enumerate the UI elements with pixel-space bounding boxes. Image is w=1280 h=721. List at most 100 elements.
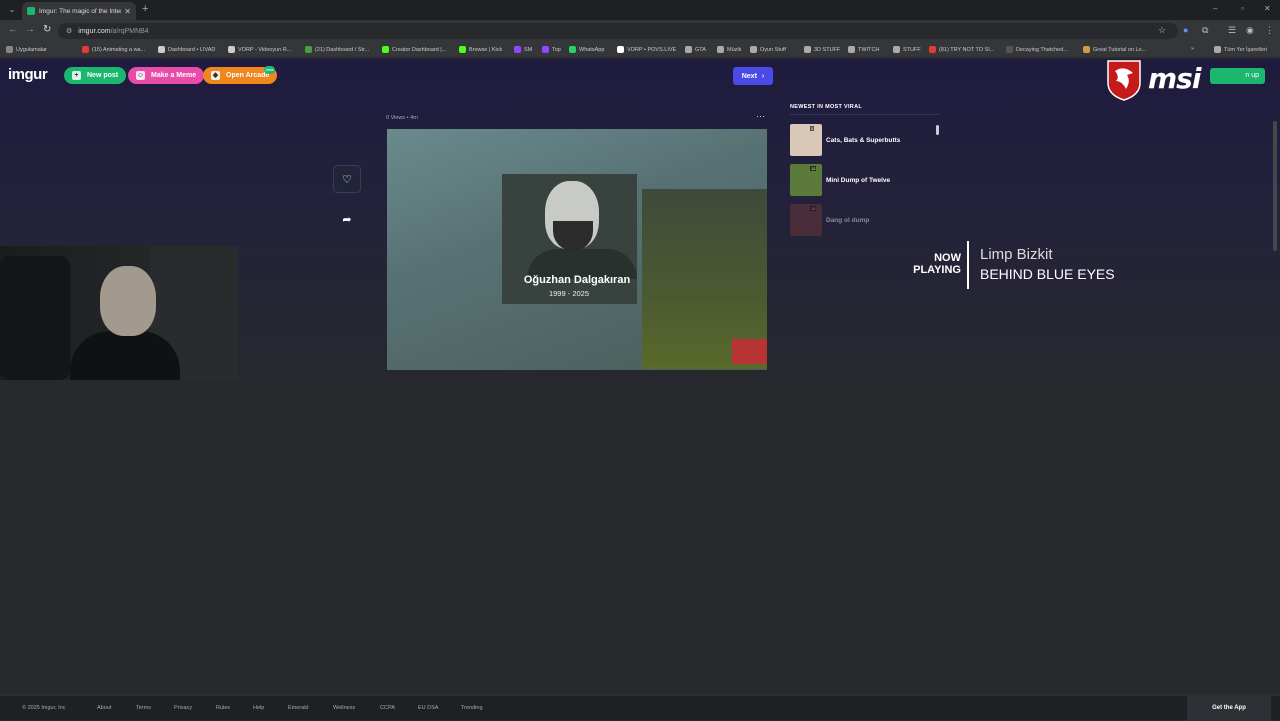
page-footer: © 2025 Imgur, Inc Get the App About Terms… <box>0 695 1280 721</box>
bookmark-item[interactable]: Müzik <box>717 46 741 53</box>
bookmark-item[interactable]: Creator Dashboard |... <box>382 46 446 53</box>
post-image[interactable]: Oğuzhan Dalgakıran 1999 - 2025 <box>387 129 767 370</box>
bookmark-favicon-icon <box>6 46 13 53</box>
meme-icon: ☺ <box>136 71 145 80</box>
footer-link[interactable]: Privacy <box>174 705 192 711</box>
site-info-icon[interactable]: ⚙ <box>66 27 72 35</box>
bookmark-label: Top <box>552 46 561 53</box>
memorial-years: 1999 - 2025 <box>548 289 590 298</box>
imgur-logo[interactable]: imgur <box>8 66 48 83</box>
webcam-overlay <box>0 246 238 380</box>
bookmark-favicon-icon <box>1083 46 1090 53</box>
next-label: Next <box>741 72 757 80</box>
close-window-icon[interactable]: ✕ <box>1264 4 1271 13</box>
back-icon[interactable]: ← <box>8 24 18 35</box>
get-the-app-button[interactable]: Get the App <box>1187 696 1271 721</box>
bookmark-item[interactable]: Decaying Thatched... <box>1006 46 1068 53</box>
bookmark-item[interactable]: Oyun Stuff <box>750 46 786 53</box>
bookmark-favicon-icon <box>514 46 521 53</box>
make-meme-label: Make a Meme <box>151 72 197 79</box>
bookmark-item[interactable]: Uygulamalar <box>6 46 47 53</box>
address-bar[interactable]: ⚙ imgur.com/a/rqPMNB4 <box>58 23 1178 39</box>
bookmark-item[interactable]: Great Tutorial on Lo... <box>1083 46 1146 53</box>
bookmark-item[interactable]: WhatsApp <box>569 46 604 53</box>
page-scrollbar[interactable] <box>1273 121 1277 251</box>
make-meme-button[interactable]: ☺ Make a Meme <box>128 67 205 84</box>
footer-link[interactable]: Trending <box>461 705 483 711</box>
browser-menu-icon[interactable]: ⋮ <box>1265 25 1274 36</box>
viral-thumbnail: 3 <box>790 124 822 156</box>
new-post-button[interactable]: + New post <box>64 67 127 84</box>
viral-heading: NEWEST IN MOST VIRAL <box>790 104 862 110</box>
extensions-puzzle-icon[interactable]: ⧉ <box>1202 25 1208 36</box>
bookmark-item[interactable]: VORP • POVS.LIVE <box>617 46 676 53</box>
plus-icon: + <box>72 71 81 80</box>
bookmark-favicon-icon <box>158 46 165 53</box>
bookmark-label: Decaying Thatched... <box>1016 46 1068 53</box>
new-tab-icon[interactable]: + <box>142 3 148 15</box>
bookmark-star-icon[interactable]: ☆ <box>1158 25 1166 36</box>
viral-item[interactable]: 12 Mini Dump of Twelve <box>790 163 940 197</box>
bookmark-item[interactable]: Top <box>542 46 561 53</box>
image-count-badge: 10 <box>810 206 817 211</box>
footer-link[interactable]: About <box>97 705 111 711</box>
bookmark-label: WhatsApp <box>579 46 605 53</box>
bookmark-favicon-icon <box>459 46 466 53</box>
minimize-icon[interactable]: – <box>1213 4 1217 13</box>
reading-list-icon[interactable]: ☰ <box>1228 25 1236 36</box>
browser-tab-imgur[interactable]: Imgur: The magic of the Interne ✕ <box>22 2 136 20</box>
bookmark-label: STUFF <box>903 46 921 53</box>
more-bookmarks-icon[interactable]: » <box>1191 46 1194 52</box>
footer-link[interactable]: Terms <box>136 705 151 711</box>
bookmark-item[interactable]: TWITCH <box>848 46 879 53</box>
tab-list-menu-icon[interactable]: ⌄ <box>6 4 18 16</box>
now-playing-artist: Limp Bizkit <box>980 246 1053 263</box>
share-arrow-icon: ➦ <box>342 213 352 226</box>
bookmark-favicon-icon <box>893 46 900 53</box>
bookmark-label: VORP - Videoyun R... <box>238 46 292 53</box>
footer-link[interactable]: Help <box>253 705 264 711</box>
bookmark-item[interactable]: GTA <box>685 46 706 53</box>
bookmark-label: Oyun Stuff <box>760 46 786 53</box>
viral-item[interactable]: 10 Dang ol dump <box>790 203 940 237</box>
footer-link[interactable]: EU DSA <box>418 705 438 711</box>
bookmark-favicon-icon <box>929 46 936 53</box>
reload-icon[interactable]: ↻ <box>43 24 51 35</box>
bookmark-favicon-icon <box>382 46 389 53</box>
bookmark-item[interactable]: (81) TRY NOT TO SI... <box>929 46 994 53</box>
bookmark-item[interactable]: (21) Dashboard / Str... <box>305 46 369 53</box>
profile-avatar-icon[interactable]: ◉ <box>1246 25 1254 36</box>
all-bookmarks-folder[interactable]: Tüm Yer İşaretleri <box>1214 46 1267 53</box>
footer-link[interactable]: Emerald <box>288 705 308 711</box>
chevron-right-icon: › <box>761 72 765 80</box>
maximize-icon[interactable]: ▫ <box>1241 4 1244 13</box>
gaming-chair <box>0 256 70 380</box>
footer-link[interactable]: Rules <box>216 705 230 711</box>
bookmark-item[interactable]: Browse | Kick <box>459 46 502 53</box>
arcade-beta-badge: beta <box>264 66 275 74</box>
bookmark-item[interactable]: (15) Animating a wa... <box>82 46 145 53</box>
share-button[interactable]: ➦ <box>333 205 361 233</box>
bookmark-item[interactable]: SM <box>514 46 532 53</box>
footer-link[interactable]: Wellness <box>333 705 355 711</box>
bookmark-item[interactable]: 3D STUFF <box>804 46 840 53</box>
next-post-button[interactable]: Next › <box>733 67 773 85</box>
forward-icon[interactable]: → <box>25 24 35 35</box>
bookmark-label: Browse | Kick <box>469 46 503 53</box>
bookmark-favicon-icon <box>804 46 811 53</box>
more-options-icon[interactable]: ⋯ <box>756 111 765 122</box>
viral-item[interactable]: 3 Cats, Bats & Superbutts <box>790 123 940 157</box>
viral-item-title: Mini Dump of Twelve <box>826 176 891 184</box>
bookmark-item[interactable]: Dashboard • LIVAD <box>158 46 215 53</box>
bookmark-favicon-icon <box>750 46 757 53</box>
gamepad-icon: ◆ <box>211 71 220 80</box>
bookmark-item[interactable]: VORP - Videoyun R... <box>228 46 291 53</box>
favorite-button[interactable]: ♡ <box>333 165 361 193</box>
extension-icon[interactable]: ● <box>1183 25 1188 35</box>
close-tab-icon[interactable]: ✕ <box>124 7 131 16</box>
post-meta: 0 Views • 4m <box>386 115 418 121</box>
bookmark-favicon-icon <box>848 46 855 53</box>
footer-link[interactable]: CCPA <box>380 705 395 711</box>
bookmark-item[interactable]: STUFF <box>893 46 921 53</box>
bookmark-label: VORP • POVS.LIVE <box>627 46 677 53</box>
